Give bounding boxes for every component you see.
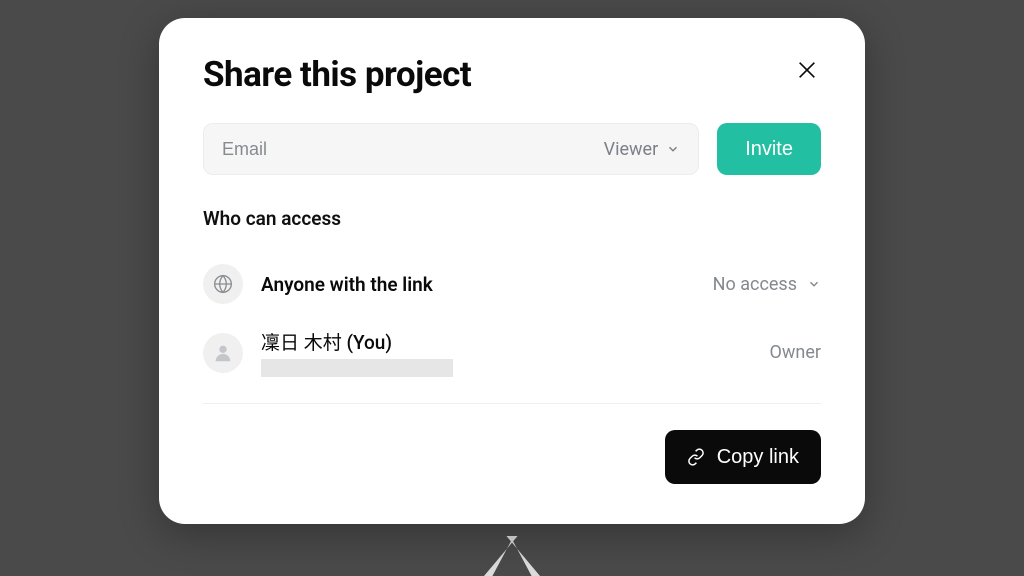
globe-icon-wrap xyxy=(203,264,243,304)
user-role-label: Owner xyxy=(770,342,822,363)
background-image xyxy=(442,536,582,576)
share-modal: Share this project Viewer Invite Who can… xyxy=(159,18,865,524)
link-access-label: Anyone with the link xyxy=(261,273,713,296)
invite-button[interactable]: Invite xyxy=(717,123,821,175)
close-button[interactable] xyxy=(793,56,821,84)
close-icon xyxy=(796,59,818,81)
globe-icon xyxy=(213,274,233,294)
user-access-row: 凜日 木村 (You) Owner xyxy=(203,316,821,389)
email-input[interactable] xyxy=(222,139,604,160)
copy-link-label: Copy link xyxy=(717,446,799,469)
modal-title: Share this project xyxy=(203,54,471,95)
access-heading: Who can access xyxy=(203,207,821,230)
person-icon xyxy=(212,342,234,364)
role-select-label: Viewer xyxy=(604,139,659,160)
chevron-down-icon xyxy=(807,277,821,291)
link-access-row: Anyone with the link No access xyxy=(203,252,821,316)
chevron-down-icon xyxy=(666,142,680,156)
link-icon xyxy=(687,448,705,466)
link-permission-label: No access xyxy=(713,274,797,295)
copy-link-button[interactable]: Copy link xyxy=(665,430,821,484)
user-email-redacted xyxy=(261,359,453,377)
email-input-wrap: Viewer xyxy=(203,123,699,175)
avatar xyxy=(203,333,243,373)
role-select[interactable]: Viewer xyxy=(604,139,681,160)
divider xyxy=(203,403,821,404)
link-permission-dropdown[interactable]: No access xyxy=(713,274,821,295)
user-name: 凜日 木村 (You) xyxy=(261,328,770,355)
